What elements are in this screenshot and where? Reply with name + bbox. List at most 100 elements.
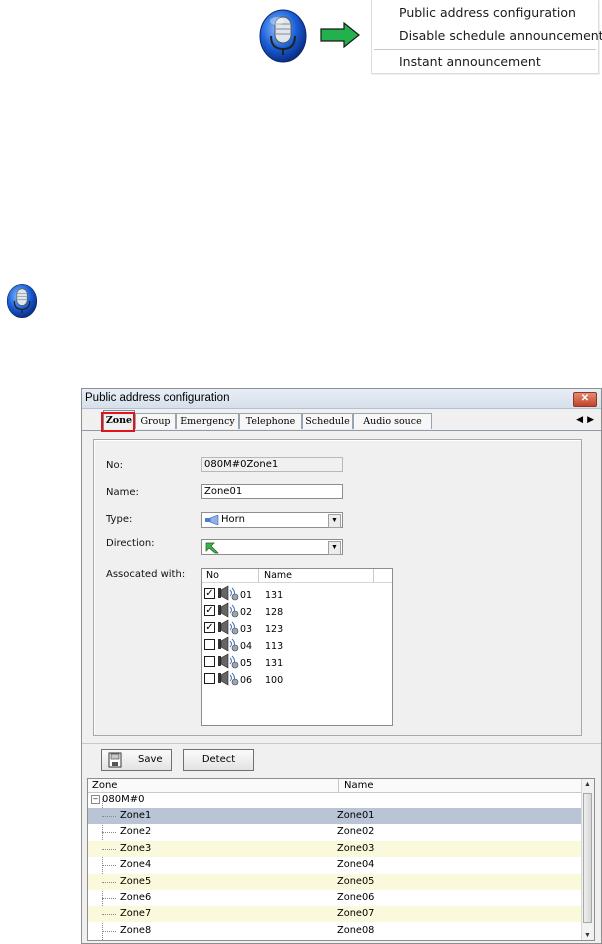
speaker-name: 100 (265, 675, 284, 686)
checkbox[interactable]: ✓ (204, 588, 215, 599)
list-item[interactable]: ✓ 02 128 (204, 602, 390, 619)
save-button-label: Save (138, 754, 163, 765)
checkbox[interactable]: ✓ (204, 605, 215, 616)
name-cell: Zone02 (337, 826, 375, 838)
tab-group[interactable]: Group (135, 413, 176, 429)
speaker-no: 03 (240, 624, 253, 635)
type-label: Type: (106, 514, 133, 525)
vertical-scrollbar[interactable]: ▲ ▼ (581, 779, 594, 940)
associated-with-label: Assocated with: (106, 569, 186, 580)
zone-cell: Zone8 (120, 924, 152, 936)
table-row[interactable]: Zone8 Zone08 (88, 923, 583, 939)
name-cell: Zone07 (337, 908, 375, 920)
speaker-no: 05 (240, 658, 253, 669)
table-row[interactable]: Zone6 Zone06 (88, 890, 583, 906)
highlight-box (101, 412, 135, 432)
tree-connector (102, 848, 116, 850)
microphone-tray-icon[interactable] (258, 8, 308, 64)
zone-cell: Zone3 (120, 842, 152, 854)
table-row[interactable]: Zone7 Zone07 (88, 906, 583, 923)
column-header-name[interactable]: Name (344, 780, 374, 791)
tree-connector (102, 832, 116, 834)
tab-emergency[interactable]: Emergency (176, 413, 239, 429)
zone-tree-grid[interactable]: Zone Name −080M#0 Zone1 Zone01 Zone2 Zone02… (87, 778, 595, 941)
table-row[interactable]: Zone5 Zone05 (88, 873, 583, 890)
tab-scroll-arrows[interactable]: ◀▶ (576, 414, 598, 425)
checkbox[interactable] (204, 639, 215, 650)
scroll-up-icon[interactable]: ▲ (584, 781, 591, 788)
public-address-configuration-window: Public address configuration ✕ Zone Grou… (81, 388, 602, 944)
detect-button[interactable]: Detect (183, 749, 254, 771)
speaker-no: 02 (240, 607, 253, 618)
column-header-zone[interactable]: Zone (92, 780, 117, 791)
checkbox[interactable] (204, 673, 215, 684)
list-header: No Name (202, 569, 392, 583)
save-button[interactable]: Save (101, 749, 172, 771)
name-field[interactable]: Zone01 (201, 484, 343, 499)
associated-speakers-list[interactable]: No Name ✓ 01 131 ✓ 02 128 ✓ 03 123 04 113 05 131 06 10… (201, 568, 393, 726)
scroll-down-icon[interactable]: ▼ (584, 932, 591, 939)
tree-connector (102, 816, 116, 817)
table-row[interactable]: Zone3 Zone03 (88, 840, 583, 857)
list-item[interactable]: ✓ 03 123 (204, 619, 390, 636)
list-item[interactable]: 05 131 (204, 653, 390, 670)
list-item[interactable]: 06 100 (204, 670, 390, 687)
column-header-no[interactable]: No (206, 570, 219, 581)
zone-cell: Zone1 (120, 810, 152, 821)
speaker-name: 123 (265, 624, 284, 635)
tree-root-label: 080M#0 (102, 794, 145, 805)
menu-item-disable-schedule-announcement[interactable]: Disable schedule announcement (399, 28, 602, 43)
list-item[interactable]: ✓ 01 131 (204, 585, 390, 602)
speaker-no: 06 (240, 675, 253, 686)
zone-cell: Zone4 (120, 859, 152, 871)
name-cell: Zone08 (337, 924, 375, 936)
speaker-name: 131 (265, 658, 284, 669)
zone-cell: Zone5 (120, 875, 152, 887)
arrow-right-icon (320, 21, 360, 49)
no-field: 080M#0Zone1 (201, 457, 343, 472)
table-row[interactable]: Zone1 Zone01 (88, 808, 583, 824)
tab-schedule[interactable]: Schedule (302, 413, 353, 429)
save-icon (108, 752, 122, 776)
window-title: Public address configuration (85, 392, 230, 404)
close-button[interactable]: ✕ (573, 392, 597, 407)
tree-connector (102, 865, 116, 867)
tree-connector (102, 881, 116, 883)
tab-telephone[interactable]: Telephone (239, 413, 302, 429)
grid-header: Zone Name (88, 779, 583, 793)
checkbox[interactable] (204, 656, 215, 667)
speaker-name: 113 (265, 641, 284, 652)
divider (82, 743, 601, 744)
tree-root-node[interactable]: −080M#0 (91, 794, 144, 805)
tree-connector (102, 914, 116, 916)
chevron-down-icon[interactable]: ▼ (328, 541, 341, 555)
name-label: Name: (106, 487, 139, 498)
speaker-icon (217, 670, 239, 689)
speaker-no: 01 (240, 590, 253, 601)
checkbox[interactable]: ✓ (204, 622, 215, 633)
column-header-name[interactable]: Name (264, 570, 292, 581)
name-cell: Zone06 (337, 892, 375, 903)
chevron-down-icon[interactable]: ▼ (328, 514, 341, 528)
zone-cell: Zone7 (120, 908, 152, 920)
tree-connector (102, 930, 116, 932)
menu-separator (374, 49, 596, 50)
list-item[interactable]: 04 113 (204, 636, 390, 653)
collapse-icon[interactable]: − (91, 795, 100, 804)
horn-icon (205, 514, 219, 528)
type-select[interactable]: Horn ▼ (201, 512, 343, 528)
table-row[interactable]: Zone4 Zone04 (88, 857, 583, 873)
menu-item-public-address-configuration[interactable]: Public address configuration (399, 5, 576, 20)
name-cell: Zone03 (337, 842, 375, 854)
title-bar[interactable]: Public address configuration ✕ (82, 389, 601, 409)
speaker-name: 131 (265, 590, 284, 601)
menu-item-instant-announcement[interactable]: Instant announcement (399, 54, 541, 69)
zone-cell: Zone2 (120, 826, 152, 838)
zone-details-panel: No: 080M#0Zone1 Name: Zone01 Type: Horn … (93, 439, 582, 736)
direction-select[interactable]: ▼ (201, 539, 343, 555)
tab-audio-source[interactable]: Audio souce (353, 413, 432, 429)
zone-cell: Zone6 (120, 892, 152, 903)
type-select-value: Horn (221, 514, 245, 525)
table-row[interactable]: Zone2 Zone02 (88, 824, 583, 840)
scroll-thumb[interactable] (583, 793, 592, 923)
